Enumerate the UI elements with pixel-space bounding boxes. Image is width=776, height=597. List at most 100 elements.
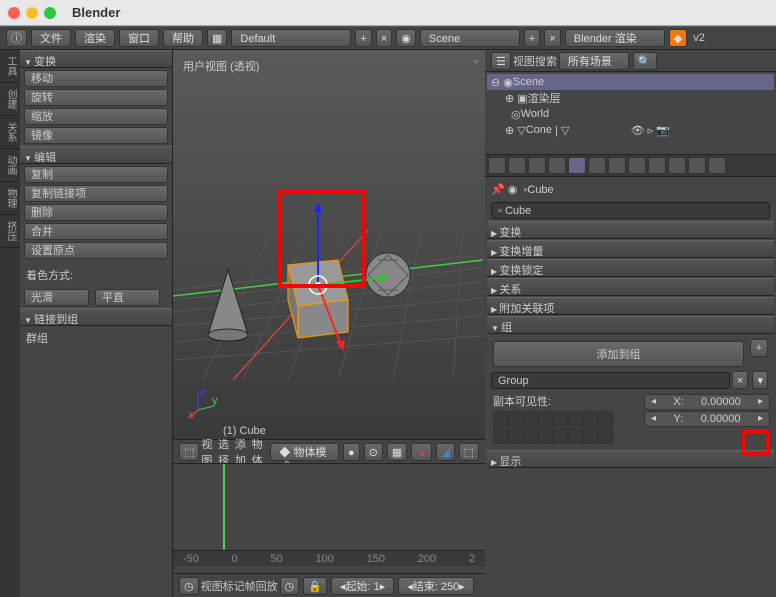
panel-display[interactable]: 显示: [487, 450, 774, 468]
add-to-group-button[interactable]: 添加到组: [493, 341, 744, 367]
datablock-name-field[interactable]: ▫ Cube: [491, 202, 770, 219]
scene-remove-icon[interactable]: ×: [544, 29, 560, 47]
tab-material-icon[interactable]: [648, 157, 666, 174]
editor-type-timeline-icon[interactable]: ◷: [179, 577, 199, 595]
panel-transform-header[interactable]: 变换: [20, 50, 172, 68]
mode-dropdown[interactable]: ◆ 物体模式 ▾: [270, 443, 339, 461]
zoom-window-button[interactable]: [44, 7, 56, 19]
editor-type-3dview-icon[interactable]: ⬚: [179, 443, 199, 461]
info-header: ⓘ 文件 渲染 窗口 帮助 ▦ Default + × ◉ Scene + × …: [0, 26, 776, 50]
tab-world-icon[interactable]: [548, 157, 566, 174]
set-origin-button[interactable]: 设置原点: [24, 242, 168, 259]
minimize-window-button[interactable]: [26, 7, 38, 19]
tab-physics-icon[interactable]: [708, 157, 726, 174]
scene-add-icon[interactable]: +: [524, 29, 540, 47]
tab-animation[interactable]: 动画: [0, 149, 20, 182]
playhead[interactable]: [223, 464, 225, 550]
layout-dropdown[interactable]: Default: [231, 29, 351, 47]
outliner-search-menu[interactable]: 搜索: [535, 53, 557, 69]
timeline-frame-menu[interactable]: 帧: [245, 578, 256, 594]
scene-dropdown[interactable]: Scene: [420, 29, 520, 47]
tab-render-icon[interactable]: [488, 157, 506, 174]
timeline-playback-menu[interactable]: 回放: [256, 578, 278, 594]
shade-smooth-button[interactable]: 光滑: [24, 289, 89, 306]
outliner-item-cone[interactable]: ⊕ ▽ Cone | ▽ 👁 ▹ 📷: [487, 122, 774, 138]
outliner-item-scene[interactable]: ⊖ ◉ Scene: [487, 74, 774, 90]
window-titlebar: Blender: [0, 0, 776, 26]
viewport-shading-icon[interactable]: ●: [343, 443, 360, 461]
group-name-field[interactable]: Group: [491, 372, 730, 389]
panel-transform[interactable]: 变换: [487, 221, 774, 239]
panel-linkgroup-header[interactable]: 链接到组: [20, 308, 172, 326]
manipulator-icon[interactable]: ▲: [411, 443, 432, 461]
panel-delta-transform[interactable]: 变换增量: [487, 240, 774, 258]
add-group-plus-button[interactable]: +: [750, 339, 768, 357]
group-specials-icon[interactable]: ▾: [752, 371, 768, 389]
pivot-icon[interactable]: ⊙: [364, 443, 383, 461]
duplicate-linked-button[interactable]: 复制链接项: [24, 185, 168, 202]
properties-panel-toggle-icon[interactable]: +: [473, 56, 479, 68]
panel-transform-locks[interactable]: 变换锁定: [487, 259, 774, 277]
tab-particle-icon[interactable]: [688, 157, 706, 174]
group-offset-y-field[interactable]: ◂ Y:0.00000 ▸: [644, 411, 770, 427]
menu-window[interactable]: 窗口: [119, 29, 159, 47]
panel-edit-header[interactable]: 编辑: [20, 146, 172, 164]
tab-create[interactable]: 创建: [0, 83, 20, 116]
tab-tools[interactable]: 工具: [0, 50, 20, 83]
tab-data-icon[interactable]: [628, 157, 646, 174]
tab-renderlayer-icon[interactable]: [508, 157, 526, 174]
join-button[interactable]: 合并: [24, 223, 168, 240]
clock-icon[interactable]: ◷: [280, 577, 300, 595]
tab-physics[interactable]: 物理: [0, 182, 20, 215]
tab-extrude[interactable]: 挤压: [0, 215, 20, 248]
panel-relations[interactable]: 关系: [487, 278, 774, 296]
layout-remove-icon[interactable]: ×: [376, 29, 392, 47]
menu-render[interactable]: 渲染: [75, 29, 115, 47]
remove-group-icon[interactable]: ×: [732, 371, 748, 389]
panel-relations-extras[interactable]: 附加关联项: [487, 297, 774, 315]
editor-type-icon[interactable]: ⓘ: [6, 29, 27, 47]
tab-scene-icon[interactable]: [528, 157, 546, 174]
timeline-view-menu[interactable]: 视图: [201, 578, 223, 594]
editor-type-outliner-icon[interactable]: ☰: [491, 52, 511, 70]
duplicate-button[interactable]: 复制: [24, 166, 168, 183]
tool-category-tabs: 工具 创建 关系 动画 物理 挤压: [0, 50, 20, 597]
layers-icon[interactable]: ▦: [387, 443, 407, 461]
outliner-filter-dropdown[interactable]: 所有场景: [559, 52, 629, 70]
engine-dropdown[interactable]: Blender 渲染: [565, 29, 665, 47]
tab-constraint-icon[interactable]: [588, 157, 606, 174]
outliner-item-world[interactable]: ◎ World: [487, 106, 774, 122]
scale-button[interactable]: 缩放: [24, 108, 168, 125]
close-window-button[interactable]: [8, 7, 20, 19]
snap-icon[interactable]: ⬚: [459, 443, 479, 461]
tab-texture-icon[interactable]: [668, 157, 686, 174]
search-icon[interactable]: 🔍: [633, 52, 657, 70]
end-frame-field[interactable]: ◂结束: 250▸: [398, 577, 474, 595]
lock-icon[interactable]: 🔒: [303, 577, 327, 595]
group-offset-x-field[interactable]: ◂ X:0.00000 ▸: [644, 394, 770, 410]
outliner-item-renderlayer[interactable]: ⊕ ▣ 渲染层: [487, 90, 774, 106]
tab-object-icon[interactable]: [568, 157, 586, 174]
panel-groups[interactable]: 组: [487, 316, 774, 334]
layout-icon[interactable]: ▦: [207, 29, 227, 47]
tab-relations[interactable]: 关系: [0, 116, 20, 149]
start-frame-field[interactable]: ◂起始: 1▸: [331, 577, 394, 595]
translate-button[interactable]: 移动: [24, 70, 168, 87]
timeline-header: ◷ 视图 标记 帧 回放 ◷ 🔒 ◂起始: 1▸ ◂结束: 250▸: [173, 573, 485, 597]
menu-help[interactable]: 帮助: [163, 29, 203, 47]
3d-viewport[interactable]: 用户视图 (透视) (1) Cube: [173, 50, 485, 439]
layout-add-icon[interactable]: +: [355, 29, 371, 47]
rotate-button[interactable]: 旋转: [24, 89, 168, 106]
timeline-graph[interactable]: [173, 464, 485, 550]
mirror-button[interactable]: 镜像: [24, 127, 168, 144]
outliner-tree[interactable]: ⊖ ◉ Scene ⊕ ▣ 渲染层 ◎ World ⊕ ▽ Cone | ▽ 👁…: [485, 72, 776, 140]
delete-button[interactable]: 删除: [24, 204, 168, 221]
orientation-icon[interactable]: ◢: [436, 443, 454, 461]
scene-icon[interactable]: ◉: [396, 29, 416, 47]
shade-flat-button[interactable]: 平直: [95, 289, 160, 306]
layer-visibility-grid[interactable]: [493, 411, 621, 445]
tab-modifier-icon[interactable]: [608, 157, 626, 174]
menu-file[interactable]: 文件: [31, 29, 71, 47]
outliner-view-menu[interactable]: 视图: [513, 53, 535, 69]
timeline-marker-menu[interactable]: 标记: [223, 578, 245, 594]
